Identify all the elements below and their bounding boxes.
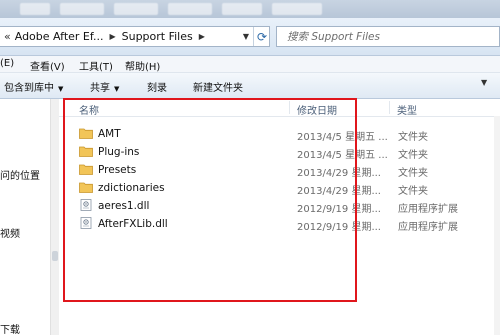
file-row[interactable]: AfterFXLib.dll 2012/9/19 星期... 应用程序扩展: [79, 215, 479, 233]
column-header-date-modified[interactable]: 修改日期: [297, 102, 337, 117]
menu-bar: (E) 查看(V) 工具(T) 帮助(H): [0, 56, 500, 73]
file-date: 2013/4/29 星期...: [297, 186, 381, 197]
address-row: « Adobe After Ef... ▶ Support Files ▶ ▼ …: [0, 18, 500, 56]
search-box[interactable]: [276, 26, 500, 47]
file-type: 文件夹: [398, 132, 428, 143]
folder-icon: [79, 128, 93, 139]
file-name: aeres1.dll: [98, 200, 150, 212]
file-name: zdictionaries: [98, 182, 165, 194]
dll-file-icon: [80, 217, 92, 229]
include-in-library-button[interactable]: 包含到库中 ▼: [4, 79, 63, 94]
file-row[interactable]: aeres1.dll 2012/9/19 星期... 应用程序扩展: [79, 197, 479, 215]
file-name: AMT: [98, 128, 121, 140]
address-history-dropdown[interactable]: ▼: [239, 27, 253, 46]
taskbar-button[interactable]: [168, 3, 212, 15]
file-date: 2013/4/5 星期五 ...: [297, 150, 388, 161]
folder-icon: [79, 182, 93, 193]
taskbar-button[interactable]: [20, 3, 50, 15]
breadcrumb-chevron-icon[interactable]: ▶: [109, 32, 115, 41]
file-type: 文件夹: [398, 168, 428, 179]
share-button[interactable]: 共享 ▼: [90, 79, 119, 94]
nav-pane-scrollbar[interactable]: [50, 99, 59, 335]
column-header-row: 名称 修改日期 类型: [59, 99, 500, 117]
chevron-down-icon: ▼: [58, 85, 64, 93]
column-header-name[interactable]: 名称: [79, 102, 99, 117]
share-label: 共享: [90, 83, 110, 94]
command-bar: 包含到库中 ▼ 共享 ▼ 刻录 新建文件夹 ▼: [0, 73, 500, 99]
scrollbar-thumb[interactable]: [52, 251, 58, 261]
taskbar-button[interactable]: [272, 3, 322, 15]
taskbar-button[interactable]: [60, 3, 104, 15]
column-header-type[interactable]: 类型: [397, 102, 417, 117]
file-date: 2013/4/29 星期...: [297, 168, 381, 179]
nav-item-downloads[interactable]: 下载: [0, 321, 20, 336]
nav-item-videos[interactable]: 视频: [0, 225, 20, 240]
burn-button[interactable]: 刻录: [147, 79, 167, 94]
column-divider[interactable]: [289, 101, 290, 114]
file-row[interactable]: AMT 2013/4/5 星期五 ... 文件夹: [79, 125, 479, 143]
file-date: 2013/4/5 星期五 ...: [297, 132, 388, 143]
file-list-scrollbar[interactable]: [494, 116, 500, 335]
menu-edit[interactable]: (E): [0, 58, 14, 69]
new-folder-button[interactable]: 新建文件夹: [193, 79, 243, 94]
taskbar-strip: [0, 0, 500, 19]
file-date: 2012/9/19 星期...: [297, 204, 381, 215]
file-row[interactable]: zdictionaries 2013/4/29 星期... 文件夹: [79, 179, 479, 197]
search-input[interactable]: [287, 30, 487, 43]
folder-icon: [79, 146, 93, 157]
dll-file-icon: [80, 199, 92, 211]
file-type: 应用程序扩展: [398, 204, 458, 215]
refresh-icon[interactable]: ⟳: [253, 27, 270, 46]
menu-help[interactable]: 帮助(H): [125, 58, 160, 73]
column-divider[interactable]: [389, 101, 390, 114]
menu-view[interactable]: 查看(V): [30, 58, 65, 73]
file-type: 应用程序扩展: [398, 222, 458, 233]
view-options-icon[interactable]: ▼: [481, 78, 487, 87]
nav-item-recent-places[interactable]: 问的位置: [0, 167, 40, 182]
file-row[interactable]: Presets 2013/4/29 星期... 文件夹: [79, 161, 479, 179]
file-name: Plug-ins: [98, 146, 140, 158]
include-in-library-label: 包含到库中: [4, 83, 54, 94]
file-type: 文件夹: [398, 186, 428, 197]
taskbar-button[interactable]: [114, 3, 158, 15]
file-row[interactable]: Plug-ins 2013/4/5 星期五 ... 文件夹: [79, 143, 479, 161]
folder-icon: [79, 164, 93, 175]
taskbar-button[interactable]: [222, 3, 262, 15]
breadcrumb-chevron-icon[interactable]: ▶: [199, 32, 205, 41]
breadcrumb-item-support-files[interactable]: Support Files: [122, 30, 193, 43]
breadcrumb[interactable]: « Adobe After Ef... ▶ Support Files ▶ ▼ …: [0, 26, 270, 47]
file-date: 2012/9/19 星期...: [297, 222, 381, 233]
file-name: Presets: [98, 164, 137, 176]
menu-tools[interactable]: 工具(T): [79, 58, 113, 73]
file-name: AfterFXLib.dll: [98, 218, 168, 230]
breadcrumb-item-adobe-after-effects[interactable]: Adobe After Ef...: [15, 30, 104, 43]
file-type: 文件夹: [398, 150, 428, 161]
breadcrumb-overflow[interactable]: «: [4, 30, 11, 43]
chevron-down-icon: ▼: [114, 85, 120, 93]
